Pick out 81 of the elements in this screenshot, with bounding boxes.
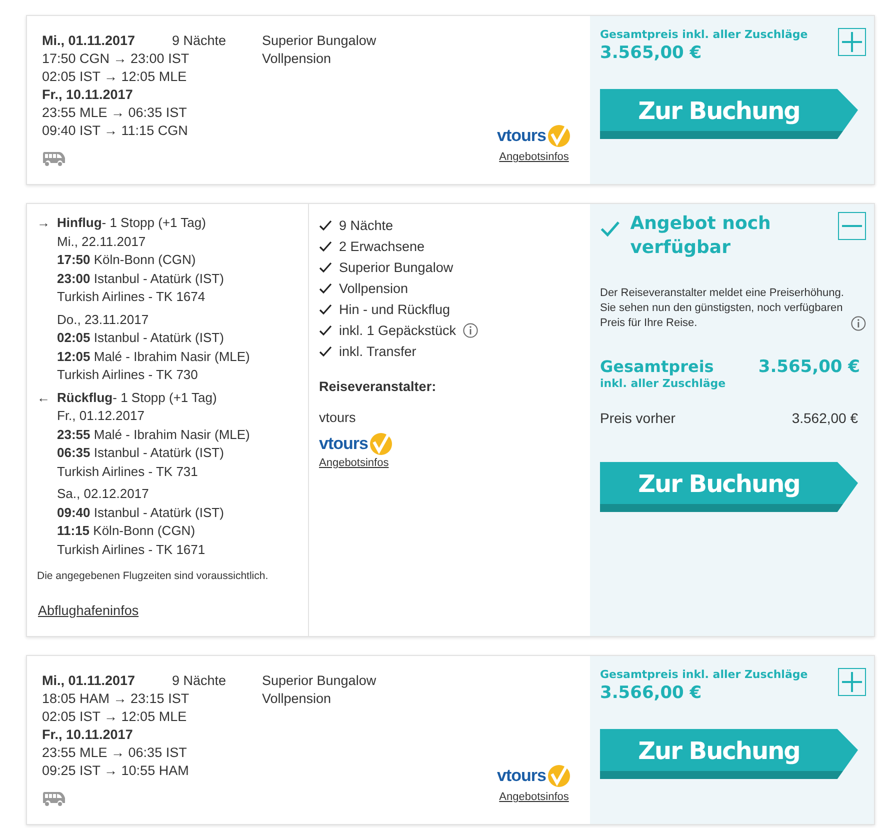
flight-time-airport: 09:40 Istanbul - Atatürk (IST) bbox=[57, 504, 225, 522]
check-icon bbox=[600, 219, 620, 239]
flight-leg: 23:55 MLE → 06:35 IST bbox=[42, 744, 188, 762]
total-price: 3.565,00 € bbox=[758, 357, 860, 377]
flight-times-note: Die angegebenen Flugzeiten sind voraussichtlich. bbox=[37, 569, 270, 584]
nights-text: 9 Nächte bbox=[172, 32, 226, 50]
previous-price: 3.562,00 € bbox=[792, 410, 858, 426]
flight-time-airport: 17:50 Köln-Bonn (CGN) bbox=[57, 251, 197, 269]
price-label: Gesamtpreis bbox=[600, 357, 714, 376]
airline-flight: Turkish Airlines - TK 1671 bbox=[57, 540, 206, 558]
check-icon bbox=[319, 304, 332, 315]
flight-time-airport: 11:15 Köln-Bonn (CGN) bbox=[57, 522, 196, 540]
check-icon bbox=[319, 283, 332, 294]
feature-text: inkl. 1 Gepäckstück bbox=[339, 322, 456, 340]
flight-leg: 23:55 MLE → 06:35 IST bbox=[42, 104, 188, 122]
expand-button[interactable] bbox=[838, 668, 866, 696]
room-type: Superior Bungalow bbox=[262, 32, 376, 50]
direction-arrow: ← bbox=[37, 388, 51, 406]
flight-heading: Hinflug- 1 Stopp (+1 Tag) bbox=[57, 214, 207, 232]
feature-text: inkl. Transfer bbox=[339, 343, 416, 361]
nights-text: 9 Nächte bbox=[172, 672, 226, 690]
check-icon bbox=[319, 325, 332, 336]
operator-name: vtours bbox=[319, 409, 357, 427]
total-price: 3.565,00 € bbox=[600, 43, 703, 63]
offer-info-link[interactable]: Angebotsinfos bbox=[319, 456, 580, 470]
flight-leg: 09:40 IST → 11:15 CGN bbox=[42, 122, 189, 140]
vtours-logo: vtours bbox=[497, 124, 571, 148]
operator-label: Reiseveranstalter: bbox=[319, 378, 438, 396]
flight-date: Do., 23.11.2017 bbox=[57, 310, 150, 328]
feature-text: Superior Bungalow bbox=[339, 259, 454, 277]
feature-text: Vollpension bbox=[339, 280, 408, 298]
bus-icon bbox=[42, 152, 66, 166]
return-date: Fr., 10.11.2017 bbox=[42, 86, 134, 104]
outbound-date: Mi., 01.11.2017 bbox=[42, 672, 136, 690]
board-type: Vollpension bbox=[262, 690, 332, 708]
flight-heading: Rückflug- 1 Stopp (+1 Tag) bbox=[57, 388, 218, 407]
flight-date: Sa., 02.12.2017 bbox=[57, 485, 150, 503]
return-date: Fr., 10.11.2017 bbox=[42, 726, 134, 744]
flight-date: Mi., 22.11.2017 bbox=[57, 232, 147, 250]
flight-time-airport: 02:05 Istanbul - Atatürk (IST) bbox=[57, 329, 225, 347]
check-icon bbox=[319, 220, 332, 231]
price-label: Gesamtpreis inkl. aller Zuschläge bbox=[600, 668, 808, 681]
flight-time-airport: 12:05 Malé - Ibrahim Nasir (MLE) bbox=[57, 348, 250, 366]
feature-text: Hin - und Rückflug bbox=[339, 301, 450, 319]
availability-status: Angebot noch verfügbar bbox=[630, 212, 772, 260]
feature-text: 2 Erwachsene bbox=[339, 238, 425, 256]
vtours-logo: vtours bbox=[319, 432, 393, 456]
flight-leg: 18:05 HAM → 23:15 IST bbox=[42, 690, 190, 708]
bus-icon bbox=[42, 792, 66, 806]
flight-leg: 09:25 IST → 10:55 HAM bbox=[42, 762, 190, 780]
vtours-logo: vtours bbox=[497, 764, 571, 788]
offer-info-link[interactable]: Angebotsinfos bbox=[497, 148, 571, 166]
flight-leg: 02:05 IST → 12:05 MLE bbox=[42, 68, 188, 86]
flight-leg: 17:50 CGN → 23:00 IST bbox=[42, 50, 190, 68]
flight-date: Fr., 01.12.2017 bbox=[57, 407, 146, 425]
collapse-button[interactable] bbox=[838, 212, 866, 240]
info-icon[interactable] bbox=[851, 316, 866, 331]
offer-info-link[interactable]: Angebotsinfos bbox=[497, 788, 571, 806]
board-type: Vollpension bbox=[262, 50, 332, 68]
price-note: inkl. aller Zuschläge bbox=[600, 377, 727, 390]
airline-flight: Turkish Airlines - TK 1674 bbox=[57, 288, 206, 306]
flight-time-airport: 23:55 Malé - Ibrahim Nasir (MLE) bbox=[57, 426, 250, 444]
check-icon bbox=[319, 262, 332, 273]
outbound-date: Mi., 01.11.2017 bbox=[42, 32, 136, 50]
flight-leg: 02:05 IST → 12:05 MLE bbox=[42, 708, 188, 726]
room-type: Superior Bungalow bbox=[262, 672, 376, 690]
check-icon bbox=[319, 346, 332, 357]
total-price: 3.566,00 € bbox=[600, 683, 703, 703]
flight-time-airport: 06:35 Istanbul - Atatürk (IST) bbox=[57, 444, 225, 462]
check-icon bbox=[319, 241, 332, 252]
info-icon[interactable] bbox=[463, 323, 478, 338]
price-increase-message: Der Reiseveranstalter meldet eine Preiserhöhung. Sie sehen nun den günstigsten, noch verfügbaren Preis für Ihre Reise. bbox=[600, 286, 845, 331]
feature-text: 9 Nächte bbox=[339, 217, 394, 235]
direction-arrow: → bbox=[37, 214, 51, 232]
price-label: Gesamtpreis inkl. aller Zuschläge bbox=[600, 28, 808, 41]
flight-time-airport: 23:00 Istanbul - Atatürk (IST) bbox=[57, 270, 225, 288]
airline-flight: Turkish Airlines - TK 730 bbox=[57, 366, 199, 384]
airport-info-link[interactable]: Abflughafeninfos bbox=[38, 602, 139, 620]
expand-button[interactable] bbox=[838, 28, 866, 56]
airline-flight: Turkish Airlines - TK 731 bbox=[57, 462, 199, 480]
previous-price-label: Preis vorher bbox=[600, 410, 676, 426]
